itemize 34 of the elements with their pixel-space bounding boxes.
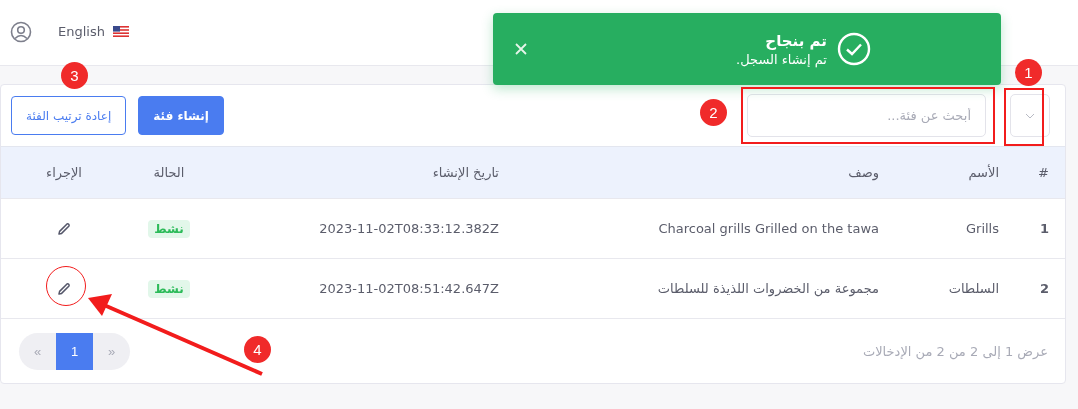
column-header: # [1037, 165, 1050, 180]
table-cell-text: السلطات [947, 281, 999, 296]
column-header: الحالة [152, 165, 186, 180]
check-circle-icon [837, 32, 871, 66]
action-button[interactable]: إنشاء فئة [138, 96, 224, 135]
next-page-button[interactable]: » [93, 333, 130, 370]
edit-icon[interactable] [56, 280, 72, 297]
entries-info: عرض 1 إلى 2 من 2 من الإدخالات [862, 344, 1048, 359]
edit-icon[interactable] [56, 220, 72, 237]
page-button[interactable]: 1 [56, 333, 93, 370]
dropdown-button[interactable] [1010, 94, 1050, 137]
column-header: وصف [847, 165, 879, 180]
language-selector[interactable]: English [58, 24, 105, 39]
status-badge: نشط [148, 219, 190, 238]
column-header: تاريخ الإنشاء [431, 165, 499, 180]
table-cell-text: 1 [1038, 221, 1050, 236]
table-cell-text: Grills [964, 221, 999, 236]
action-button[interactable]: إعادة ترتيب الفئة [11, 96, 127, 135]
user-icon[interactable] [10, 20, 32, 43]
table-cell-text: 2023-11-02T08:33:12.382Z [318, 221, 499, 236]
flag-icon [112, 26, 129, 37]
toast-message: تم إنشاء السجل. [736, 51, 827, 67]
prev-page-button[interactable]: « [19, 333, 56, 370]
table-cell-text: 2 [1038, 281, 1050, 296]
table-cell-text: Charcoal grills Grilled on the tawa [657, 221, 879, 236]
table-cell-text: 2023-11-02T08:51:42.647Z [318, 281, 499, 296]
close-icon[interactable] [515, 43, 527, 55]
chevron-down-icon [1025, 112, 1035, 119]
column-header: الأسم [967, 165, 999, 180]
table-cell-text: مجموعة من الخضروات اللذيذة للسلطات [656, 281, 879, 296]
status-badge: نشط [148, 279, 190, 298]
toast-title: تم بنجاح [764, 31, 827, 50]
highlight-frame [1004, 88, 1044, 146]
column-header: الإجراء [45, 165, 83, 180]
